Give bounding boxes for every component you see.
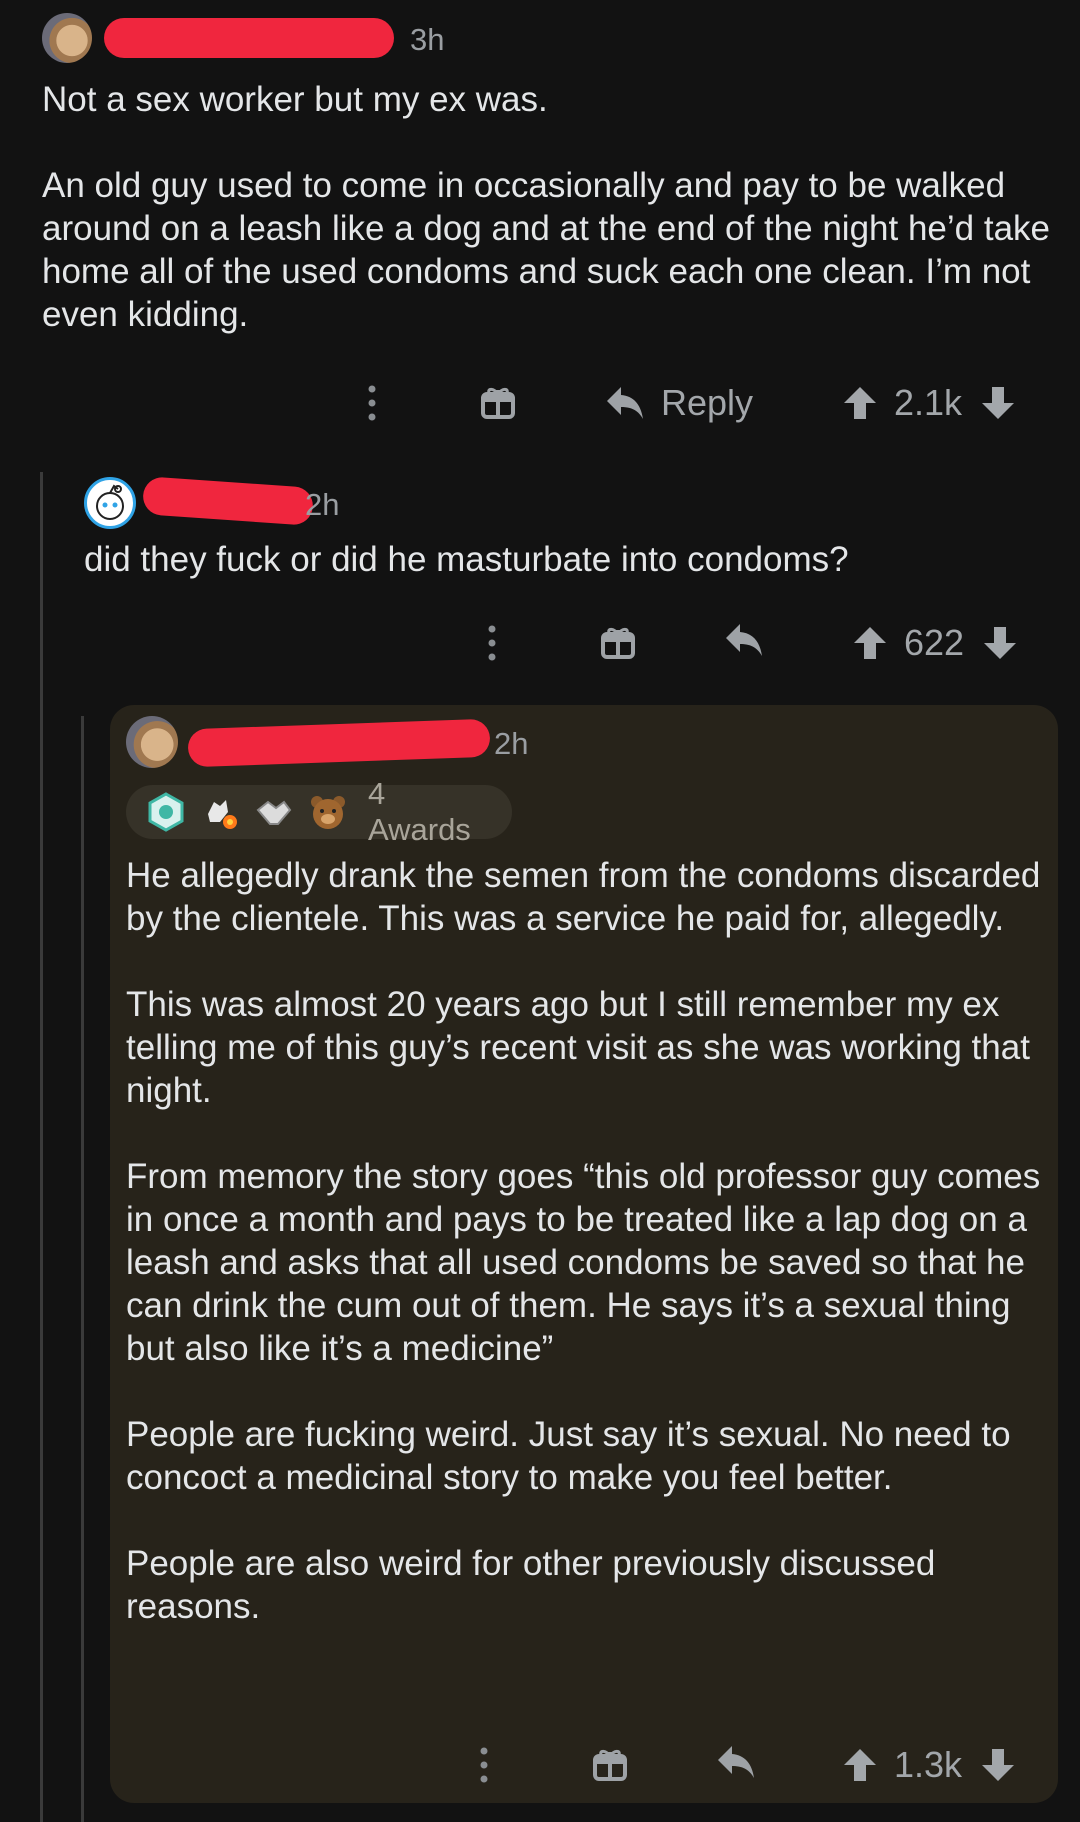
comment-paragraph: did they fuck or did he masturbate into …	[84, 540, 849, 579]
thread-line[interactable]	[40, 472, 43, 1822]
more-vertical-icon[interactable]	[362, 383, 382, 423]
comment-body: He allegedly drank the semen from the co…	[126, 854, 1061, 1628]
comment-body: Not a sex worker but my ex was. An old g…	[42, 78, 1052, 336]
comment-paragraph: People are also weird for other previous…	[126, 1544, 936, 1626]
award-bear-icon	[308, 792, 348, 832]
redacted-username	[141, 476, 315, 526]
comment-paragraph: An old guy used to come in occasionally …	[42, 166, 1050, 334]
redacted-username	[104, 18, 394, 58]
vote-controls: 2.1k	[842, 380, 1016, 426]
comment-timestamp: 2h	[494, 726, 529, 761]
reply-label: Reply	[661, 382, 754, 423]
award-helpful-icon	[146, 792, 186, 832]
comment-timestamp: 2h	[305, 487, 340, 522]
vote-controls: 1.3k	[842, 1742, 1016, 1788]
upvote-icon[interactable]	[842, 385, 878, 421]
avatar[interactable]	[84, 477, 136, 529]
reply-button[interactable]: Reply	[605, 380, 753, 426]
gift-icon[interactable]	[600, 624, 636, 660]
gift-icon[interactable]	[480, 384, 516, 420]
gift-icon[interactable]	[592, 1746, 628, 1782]
thread-line[interactable]	[81, 716, 84, 1822]
comment-paragraph: People are fucking weird. Just say it’s …	[126, 1415, 1011, 1497]
avatar[interactable]	[126, 716, 178, 768]
downvote-icon[interactable]	[980, 385, 1016, 421]
reply-arrow-icon	[724, 622, 764, 658]
score: 2.1k	[894, 382, 963, 423]
score: 622	[904, 622, 965, 663]
more-vertical-icon[interactable]	[474, 1745, 494, 1785]
comment-paragraph: Not a sex worker but my ex was.	[42, 80, 548, 119]
award-handshake-icon	[254, 792, 294, 832]
reply-button[interactable]	[716, 1744, 756, 1780]
comment-paragraph: This was almost 20 years ago but I still…	[126, 985, 1030, 1110]
reply-arrow-icon	[716, 1744, 756, 1780]
comment-paragraph: He allegedly drank the semen from the co…	[126, 856, 1041, 938]
comment-paragraph: From memory the story goes “this old pro…	[126, 1157, 1041, 1368]
reply-arrow-icon	[605, 385, 645, 421]
awards-bar[interactable]: 4 Awards	[126, 776, 512, 847]
reply-button[interactable]	[724, 622, 764, 658]
vote-controls: 622	[852, 620, 1018, 666]
downvote-icon[interactable]	[980, 1747, 1016, 1783]
comment-body: did they fuck or did he masturbate into …	[84, 538, 1054, 581]
score: 1.3k	[894, 1744, 963, 1785]
upvote-icon[interactable]	[852, 625, 888, 661]
downvote-icon[interactable]	[982, 625, 1018, 661]
award-wholesome-icon	[200, 792, 240, 832]
upvote-icon[interactable]	[842, 1747, 878, 1783]
comment-timestamp: 3h	[410, 22, 445, 57]
more-vertical-icon[interactable]	[482, 623, 502, 663]
avatar[interactable]	[42, 13, 92, 63]
awards-count: 4 Awards	[368, 776, 471, 847]
